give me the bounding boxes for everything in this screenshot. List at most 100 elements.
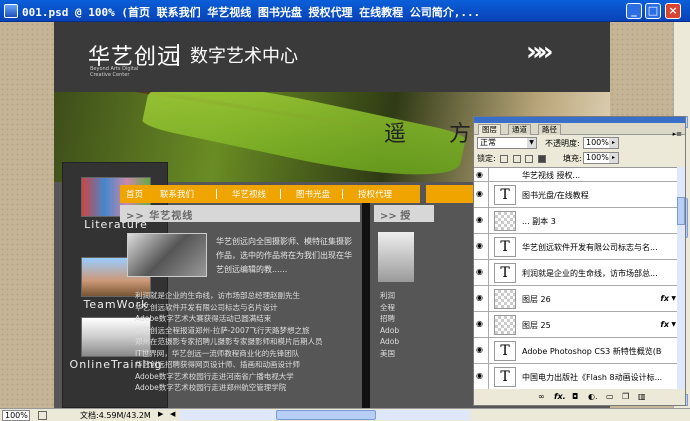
- column-divider: [362, 203, 370, 408]
- tab-paths[interactable]: 路径: [538, 124, 561, 135]
- opacity-label: 不透明度:: [545, 139, 580, 148]
- corridor-photo: [127, 233, 207, 277]
- window-title: 001.psd @ 100% (首页 联系我们 华艺视线 图书光盘 授权代理 在…: [22, 6, 481, 19]
- mask-icon[interactable]: ◘: [572, 392, 578, 401]
- eye-icon[interactable]: ◉: [476, 294, 486, 302]
- layer-row[interactable]: ◉ T Adobe Photoshop CS3 新特性概览(Beta: [474, 338, 677, 364]
- layer-separator: [488, 208, 489, 234]
- eye-icon[interactable]: ◉: [476, 216, 486, 224]
- link-icon[interactable]: ∞: [538, 392, 545, 401]
- news-item: 华艺创远招聘获得网页设计师、插画和动画设计师: [135, 360, 300, 369]
- text-layer-thumbnail: T: [494, 341, 516, 361]
- maximize-button[interactable]: □: [645, 3, 661, 19]
- layers-scroll-thumb[interactable]: [677, 197, 685, 225]
- eye-icon[interactable]: ◉: [476, 372, 486, 380]
- section-header: >> 华艺视线: [120, 205, 360, 222]
- layer-row[interactable]: ◉ 图层 25 fx ▼: [474, 312, 677, 338]
- layer-separator: [488, 338, 489, 364]
- layer-separator: [488, 286, 489, 312]
- status-bar: 100% 文档:4.59M/43.2M ▶ ◀: [0, 408, 690, 421]
- lock-all-icon[interactable]: [537, 154, 546, 163]
- text-layer-thumbnail: T: [494, 237, 516, 257]
- nav-separator: [280, 189, 281, 199]
- nav-item-books: 图书光盘: [296, 190, 331, 200]
- layer-name: ... 副本 3: [522, 217, 556, 226]
- fx-icon[interactable]: fx: [660, 294, 669, 303]
- close-button[interactable]: ×: [665, 3, 681, 19]
- document-info-icon[interactable]: [38, 411, 47, 420]
- lock-brush-icon[interactable]: [512, 154, 521, 163]
- layer-row[interactable]: ◉ T 中国电力出版社《Flash 8动画设计标...: [474, 364, 677, 389]
- layer-row[interactable]: ◉ T 图书光盘/在线教程: [474, 182, 677, 208]
- trash-icon[interactable]: ▥: [638, 392, 646, 401]
- fx-icon[interactable]: fx.: [554, 392, 566, 401]
- psd-file-icon: [4, 4, 18, 18]
- scroll-left-icon[interactable]: ◀: [170, 410, 175, 418]
- lock-transparency-icon[interactable]: [500, 154, 509, 163]
- layers-scrollbar[interactable]: [677, 167, 685, 389]
- text-layer-thumbnail: T: [494, 185, 516, 205]
- fill-label: 填充:: [563, 154, 582, 163]
- site-nav: 首页 联系我们 华艺视线 图书光盘 授权代理: [120, 185, 420, 203]
- news-item: IT世界网，华艺创远一流师教程商业化的先锋团队: [135, 348, 300, 358]
- nav-separator: [342, 189, 343, 199]
- lock-row: 锁定: 填充: 100% ▸: [477, 152, 682, 167]
- zoom-field[interactable]: 100%: [2, 410, 30, 421]
- double-arrow-icon: »»: [526, 37, 553, 67]
- eye-icon[interactable]: ◉: [476, 346, 486, 354]
- lock-move-icon[interactable]: [525, 154, 534, 163]
- text-layer-thumbnail: T: [494, 263, 516, 283]
- tab-channels[interactable]: 通道: [508, 124, 531, 135]
- new-layer-icon[interactable]: ❐: [622, 392, 629, 401]
- news-item: Adobe数字艺术校园行走进河南省广播电视大学: [135, 371, 294, 381]
- opacity-field[interactable]: 100% ▸: [583, 137, 619, 149]
- horizontal-scrollbar[interactable]: [180, 410, 470, 420]
- news-item: 利润: [380, 291, 395, 300]
- eye-icon[interactable]: ◉: [476, 242, 486, 250]
- adjust-icon[interactable]: ◐.: [588, 392, 598, 401]
- title-bar[interactable]: 001.psd @ 100% (首页 联系我们 华艺视线 图书光盘 授权代理 在…: [0, 0, 690, 22]
- eye-icon[interactable]: ◉: [476, 320, 486, 328]
- layer-row[interactable]: ◉ 华艺视线 授权...: [474, 168, 677, 194]
- layers-panel: 图层 通道 路径 ▸≡ 正常 ▼ 不透明度: 100% ▸ 锁定: 填充: 10…: [473, 116, 686, 406]
- layer-name: 中国电力出版社《Flash 8动画设计标...: [522, 373, 662, 382]
- horizontal-scroll-thumb[interactable]: [276, 410, 376, 420]
- news-list-2: 利润 全程 招聘 Adob Adob 美国: [380, 290, 420, 359]
- blend-mode-select[interactable]: 正常 ▼: [477, 137, 537, 149]
- news-item: 华艺创远全程报道郑州-拉萨-2007飞行天路梦想之旅: [135, 325, 310, 335]
- layer-row[interactable]: ◉ 图层 26 fx ▼: [474, 286, 677, 312]
- nav-separator: [216, 189, 217, 199]
- news-item: Adob: [380, 337, 400, 346]
- intro-text: 华艺创远向全国摄影师、模特征集摄影作品，选中的作品将在为我们出现在华艺创远编辑的…: [216, 237, 352, 274]
- chevron-right-icon: ▸: [609, 153, 618, 163]
- fx-icon[interactable]: fx: [660, 320, 669, 329]
- layer-row[interactable]: ◉ T 华艺创远软件开发有限公司标志与名...: [474, 234, 677, 260]
- layer-thumbnail: [494, 289, 516, 309]
- news-item: 华艺创远软件开发有限公司标志与名片设计: [135, 302, 278, 312]
- chevron-down-icon[interactable]: ▼: [671, 321, 676, 328]
- layer-separator: [488, 260, 489, 286]
- eye-icon[interactable]: ◉: [476, 190, 486, 198]
- section-title: >> 华艺视线: [126, 211, 194, 222]
- fill-field[interactable]: 100% ▸: [583, 152, 619, 164]
- minimize-button[interactable]: _: [626, 3, 642, 19]
- folder-icon[interactable]: ▭: [606, 392, 614, 401]
- section-header-2: >> 授: [374, 205, 434, 222]
- layer-row[interactable]: ◉ T 利润就是企业的生命线，访市场部总...: [474, 260, 677, 286]
- tab-layers[interactable]: 图层: [478, 124, 501, 135]
- news-item: 郑州在范摄影专家招聘儿摄影专家摄影师和模片后期人员: [135, 337, 323, 346]
- layer-name: 图层 26: [522, 295, 551, 304]
- news-item: Adobe数字艺术大赛获得活动已圆满结束: [135, 314, 272, 323]
- status-menu-icon[interactable]: ▶: [158, 410, 163, 418]
- chevron-right-icon: ▸: [609, 138, 618, 148]
- eye-icon[interactable]: ◉: [476, 268, 486, 276]
- layer-row[interactable]: ◉ ... 副本 3: [474, 208, 677, 234]
- layer-list: ◉ 华艺视线 授权... ◉ T 图书光盘/在线教程 ◉ ... 副本 3 ◉ …: [474, 167, 677, 389]
- eye-icon[interactable]: ◉: [476, 171, 486, 179]
- site-header: 华艺创远 Beyond Arts Digital Creative Center…: [54, 22, 610, 92]
- chevron-down-icon[interactable]: ▼: [671, 295, 676, 302]
- layers-footer: ∞ fx. ◘ ◐. ▭ ❐ ▥: [474, 390, 685, 405]
- news-item: 利润就是企业的生命线，访市场部总经理赵副先生: [135, 291, 300, 300]
- news-item: Adobe数字艺术校园行走进郑州航空管理学院: [135, 383, 287, 392]
- nav-item-contact: 联系我们: [160, 190, 195, 200]
